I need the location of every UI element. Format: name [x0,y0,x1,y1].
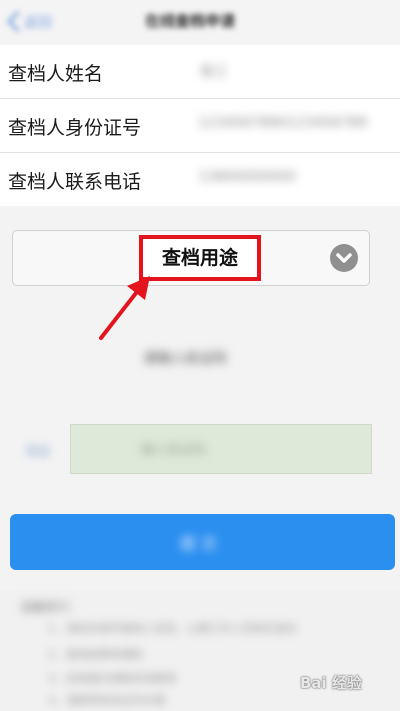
verification-placeholder: 输入验证码 [141,443,207,458]
page-title: 在线查档申请 [145,12,236,30]
form-row-name[interactable]: 查档人姓名 张三 [0,45,400,99]
notice-line: 2、查档结果将通知 [48,648,143,661]
form-row-phone[interactable]: 查档人联系电话 13800000000 [0,153,400,206]
notice-line: 4、请携带有效证件办理 [48,694,165,707]
submit-button[interactable]: 提 交 [10,514,395,570]
annotation-arrow-icon [99,276,150,340]
name-value[interactable]: 张三 [200,61,250,81]
verification-label: 验证 [26,444,51,458]
back-label: 返回 [24,15,52,31]
watermark-logo: Bai 经验 [300,674,362,692]
notice-title: 温馨提示： [20,600,81,614]
chevron-down-icon[interactable] [330,244,358,272]
phone-value[interactable]: 13800000000 [198,169,388,189]
notice-line: 3、如有疑问请联系档案馆 [48,672,176,685]
submit-label: 提 交 [180,534,218,553]
back-button[interactable]: 返回 [2,8,62,38]
notice-line: 1、请如实填写查档人信息，以便工作人员核实身份 [48,622,297,635]
applicant-form: 查档人姓名 张三 查档人身份证号 1234567890123456789 查档人… [0,45,400,206]
top-nav-bar: 返回 在线查档申请 [0,0,400,48]
verification-code-input[interactable]: 输入验证码 [70,424,372,474]
phone-label: 查档人联系电话 [8,171,142,193]
id-number-value[interactable]: 1234567890123456789 [198,115,388,135]
id-number-label: 查档人身份证号 [8,117,142,139]
purpose-select[interactable]: 查档用途 [12,230,370,286]
verification-subheading: 请输入验证码 [143,351,227,367]
form-row-id-number[interactable]: 查档人身份证号 1234567890123456789 [0,99,400,153]
name-label: 查档人姓名 [8,63,104,85]
